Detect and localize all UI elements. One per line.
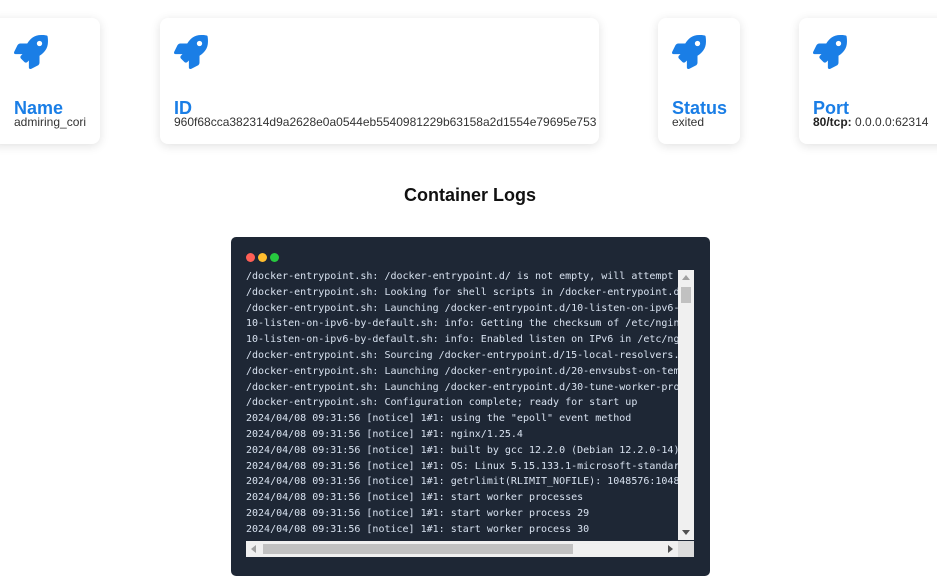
log-line: /docker-entrypoint.sh: Sourcing /docker-…	[246, 349, 679, 361]
log-line: 2024/04/08 09:31:56 [notice] 1#1: start …	[246, 507, 590, 519]
log-line: /docker-entrypoint.sh: Launching /docker…	[246, 302, 679, 314]
horizontal-scrollbar[interactable]	[246, 541, 678, 557]
log-line: /docker-entrypoint.sh: Launching /docker…	[246, 381, 679, 393]
log-line: 2024/04/08 09:31:56 [notice] 1#1: start …	[246, 523, 590, 535]
scroll-up-icon[interactable]	[682, 275, 690, 280]
scroll-left-icon[interactable]	[251, 545, 256, 553]
scroll-right-icon[interactable]	[668, 545, 673, 553]
name-card: Name admiring_cori	[0, 18, 100, 144]
status-value: exited	[672, 115, 705, 129]
scroll-down-icon[interactable]	[682, 530, 690, 535]
name-value: admiring_cori	[14, 115, 87, 129]
window-controls	[246, 249, 282, 262]
log-line: 2024/04/08 09:31:56 [notice] 1#1: getrli…	[246, 476, 679, 488]
log-output[interactable]: /docker-entrypoint.sh: /docker-entrypoin…	[246, 269, 679, 540]
log-line: 2024/04/08 09:31:56 [notice] 1#1: OS: Li…	[246, 460, 679, 472]
log-line: 2024/04/08 09:31:56 [notice] 1#1: built …	[246, 444, 679, 456]
port-key: 80/tcp:	[813, 115, 852, 129]
id-card: ID 960f68cca382314d9a2628e0a0544eb554098…	[160, 18, 599, 144]
log-line: /docker-entrypoint.sh: /docker-entrypoin…	[246, 271, 679, 282]
vertical-scrollbar[interactable]	[678, 270, 694, 540]
log-line: 10-listen-on-ipv6-by-default.sh: info: E…	[246, 334, 679, 346]
vertical-scroll-thumb[interactable]	[681, 287, 691, 303]
rocket-icon	[813, 35, 847, 69]
log-line: /docker-entrypoint.sh: Launching /docker…	[246, 365, 679, 377]
green-dot-icon	[270, 253, 279, 262]
log-line: /docker-entrypoint.sh: Looking for shell…	[246, 286, 679, 298]
port-card: Port 80/tcp: 0.0.0.0:62314	[799, 18, 937, 144]
rocket-icon	[14, 35, 48, 69]
id-value: 960f68cca382314d9a2628e0a0544eb554098122…	[174, 115, 597, 129]
logs-title: Container Logs	[403, 185, 536, 205]
log-line: 2024/04/08 09:31:56 [notice] 1#1: start …	[246, 492, 584, 504]
status-card: Status exited	[658, 18, 740, 144]
log-line: 2024/04/08 09:31:56 [notice] 1#1: using …	[246, 413, 632, 425]
scrollbar-corner	[678, 541, 694, 557]
port-mapping: 0.0.0.0:62314	[855, 115, 929, 129]
port-value: 80/tcp: 0.0.0.0:62314	[813, 115, 928, 129]
rocket-icon	[174, 35, 208, 69]
rocket-icon	[672, 35, 706, 69]
log-line: 10-listen-on-ipv6-by-default.sh: info: G…	[246, 318, 679, 330]
page: Name admiring_cori ID 960f68cca382314d9a…	[0, 0, 937, 587]
horizontal-scroll-thumb[interactable]	[263, 544, 573, 554]
log-line: 2024/04/08 09:31:56 [notice] 1#1: nginx/…	[246, 428, 523, 440]
red-dot-icon	[246, 253, 255, 262]
log-terminal: /docker-entrypoint.sh: /docker-entrypoin…	[231, 237, 710, 576]
yellow-dot-icon	[258, 253, 267, 262]
log-line: /docker-entrypoint.sh: Configuration com…	[246, 397, 638, 409]
